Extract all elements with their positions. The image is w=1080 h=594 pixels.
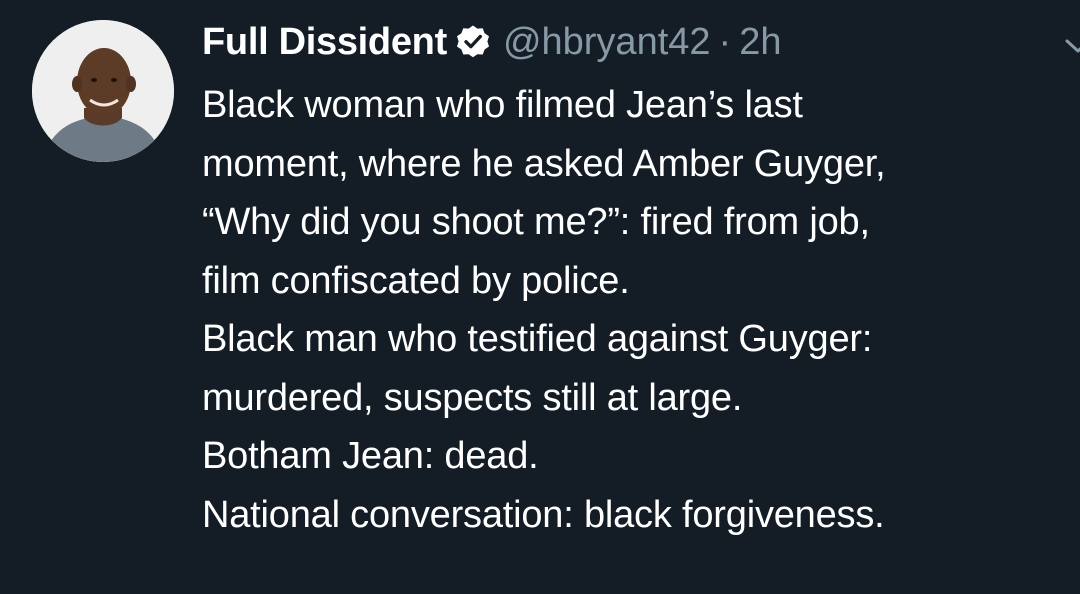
tweet-text: Black woman who filmed Jean’s last momen… xyxy=(202,76,1062,544)
tweet-text-line: film confiscated by police. xyxy=(202,259,630,302)
tweet-text-line: moment, where he asked Amber Guyger, xyxy=(202,142,886,185)
avatar[interactable] xyxy=(32,20,174,162)
tweet-content: Full Dissident @hbryant42 · 2h Black wom… xyxy=(202,14,1080,544)
tweet-text-line: National conversation: black forgiveness… xyxy=(202,493,885,536)
author-handle[interactable]: @hbryant42 xyxy=(503,21,711,64)
tweet-timestamp[interactable]: 2h xyxy=(739,21,781,64)
tweet-card[interactable]: Full Dissident @hbryant42 · 2h Black wom… xyxy=(0,0,1080,594)
tweet-text-line: Black man who testified against Guyger: xyxy=(202,318,873,360)
tweet-header: Full Dissident @hbryant42 · 2h xyxy=(202,14,1080,70)
avatar-image xyxy=(32,20,174,162)
verified-badge-icon xyxy=(455,24,491,60)
author-name[interactable]: Full Dissident xyxy=(202,21,447,64)
tweet-text-line: murdered, suspects still at large. xyxy=(202,376,743,419)
separator-dot: · xyxy=(718,20,732,63)
tweet-text-line: “Why did you shoot me?”: fired from job, xyxy=(202,201,870,243)
chevron-down-icon[interactable] xyxy=(1054,22,1080,70)
tweet-text-line: Botham Jean: dead. xyxy=(202,435,539,477)
tweet-text-line: Black woman who filmed Jean’s last xyxy=(202,84,803,126)
